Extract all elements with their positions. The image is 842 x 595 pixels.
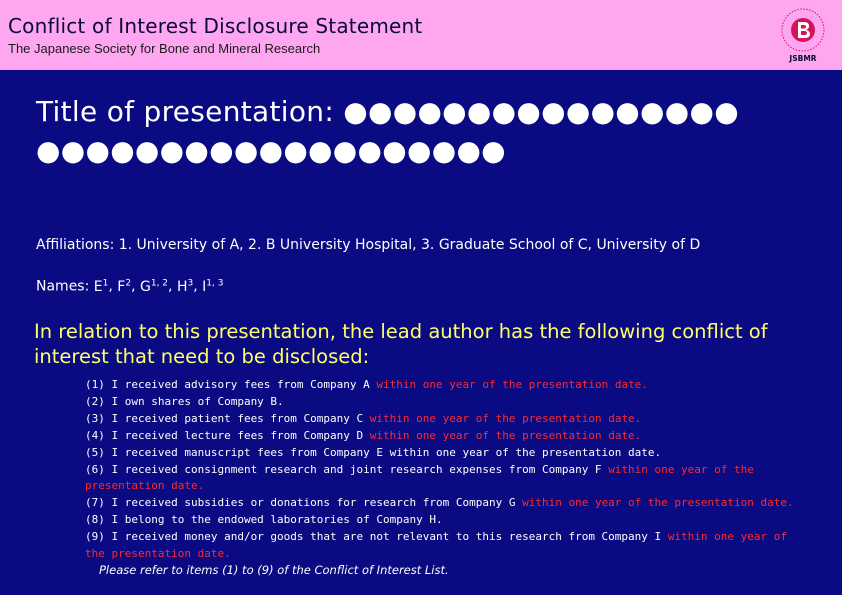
disclosure-item-text: (3) I received patient fees from Company… bbox=[85, 411, 364, 425]
presentation-title: Title of presentation: ●●●●●●●●●●●●●●●● … bbox=[36, 95, 739, 167]
disclosure-item: (4) I received lecture fees from Company… bbox=[85, 428, 805, 445]
slide: Conflict of Interest Disclosure Statemen… bbox=[0, 0, 842, 595]
disclosure-intro: In relation to this presentation, the le… bbox=[34, 320, 768, 368]
disclosure-item-text: (7) I received subsidies or donations fo… bbox=[85, 496, 516, 510]
author-name: I1, 3 bbox=[202, 278, 224, 295]
names-list: E1, F2, G1, 2, H3, I1, 3 bbox=[93, 278, 224, 295]
disclosure-item-text: (1) I received advisory fees from Compan… bbox=[85, 378, 370, 391]
author-name: H3 bbox=[176, 278, 194, 295]
author-name-text: H bbox=[176, 278, 188, 295]
disclosure-item-text: (4) I received lecture fees from Company… bbox=[85, 428, 364, 442]
author-name-text: E bbox=[93, 278, 103, 295]
author-affiliation-sup: 1, 2 bbox=[150, 278, 169, 288]
disclosure-item-text: (9) I received money and/or goods that a… bbox=[85, 530, 662, 544]
disclosure-item-text: (5) I received manuscript fees from Comp… bbox=[85, 445, 662, 459]
logo-text: JSBMR bbox=[788, 54, 816, 63]
disclosure-note: Please refer to items (1) to (9) of the … bbox=[99, 563, 449, 577]
author-affiliation-sup: 3 bbox=[187, 278, 194, 288]
disclosure-item-highlight: within one year of the presentation date… bbox=[376, 378, 648, 391]
author-name: G1, 2 bbox=[139, 278, 169, 295]
jsbmr-logo-icon: JSBMR bbox=[781, 8, 825, 63]
header-title: Conflict of Interest Disclosure Statemen… bbox=[8, 14, 423, 38]
disclosure-item: (3) I received patient fees from Company… bbox=[85, 411, 805, 428]
disclosure-items: (1) I received advisory fees from Compan… bbox=[85, 377, 805, 563]
header-bar: Conflict of Interest Disclosure Statemen… bbox=[0, 0, 842, 70]
disclosure-item-highlight: within one year of the presentation date… bbox=[522, 496, 794, 510]
disclosure-item: (7) I received subsidies or donations fo… bbox=[85, 495, 805, 512]
author-name: E1 bbox=[93, 278, 109, 295]
affiliations: Affiliations: 1. University of A, 2. B U… bbox=[36, 237, 701, 253]
names-line: Names: E1, F2, G1, 2, H3, I1, 3 bbox=[36, 278, 223, 295]
author-name: F2 bbox=[117, 278, 132, 295]
disclosure-item: (5) I received manuscript fees from Comp… bbox=[85, 445, 805, 462]
disclosure-item: (8) I belong to the endowed laboratories… bbox=[85, 512, 805, 529]
disclosure-item: (6) I received consignment research and … bbox=[85, 462, 805, 496]
disclosure-item-text: (8) I belong to the endowed laboratories… bbox=[85, 513, 443, 527]
author-affiliation-sup: 2 bbox=[125, 278, 132, 288]
header-subtitle: The Japanese Society for Bone and Minera… bbox=[8, 41, 321, 56]
disclosure-item-text: (6) I received consignment research and … bbox=[85, 462, 602, 476]
disclosure-item: (9) I received money and/or goods that a… bbox=[85, 529, 805, 563]
disclosure-item: (2) I own shares of Company B. bbox=[85, 394, 805, 411]
disclosure-item-highlight: within one year of the presentation date… bbox=[369, 428, 642, 442]
disclosure-item-text: (2) I own shares of Company B. bbox=[85, 394, 284, 408]
disclosure-item-highlight: within one year of the presentation date… bbox=[369, 411, 642, 425]
author-name-text: G bbox=[139, 278, 151, 295]
disclosure-item: (1) I received advisory fees from Compan… bbox=[85, 377, 805, 394]
names-label: Names: bbox=[36, 278, 90, 295]
author-affiliation-sup: 1 bbox=[102, 278, 109, 288]
author-affiliation-sup: 1, 3 bbox=[206, 278, 224, 288]
